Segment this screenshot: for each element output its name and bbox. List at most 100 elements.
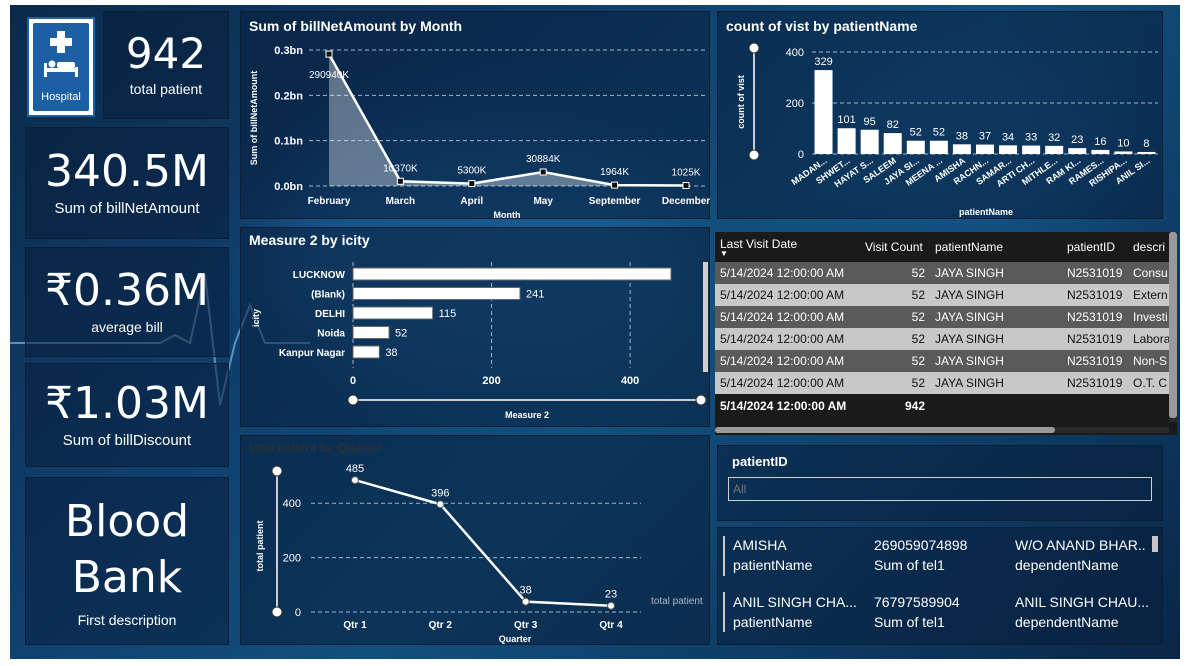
data-label: 290940K <box>309 70 349 81</box>
sort-down-icon[interactable]: ▼ <box>720 250 855 258</box>
range-slider-handle <box>271 465 283 477</box>
table-cell: JAYA SINGH <box>930 350 1062 372</box>
chart-visit-panel[interactable]: count of vist by patientName 0 200 400 329 M… <box>717 11 1163 219</box>
column-header[interactable]: patientName <box>930 232 1062 262</box>
table-cell: 5/14/2024 12:00:00 AM <box>715 284 860 306</box>
city-bar-chart[interactable]: 0 200 400 LUCKNOW (Blank) 241 DELHI 115 Noida 52 K… <box>241 228 711 428</box>
x-axis-title: Measure 2 <box>505 410 549 420</box>
card-field: ANIL SINGH CHA... patientName <box>733 592 857 632</box>
data-label: 30884K <box>526 154 561 165</box>
y-tick-label: 200 <box>283 553 301 565</box>
data-label: 23 <box>1071 134 1083 146</box>
bar <box>352 306 434 320</box>
visit-bar-chart[interactable]: 0200400329MADAN...101SHWET...95HAYAT S..… <box>718 12 1164 220</box>
row-accent-bar <box>723 536 725 576</box>
visit-table[interactable]: Last Visit Date ▼ Visit Count patientName… <box>715 232 1177 435</box>
column-header[interactable]: Visit Count <box>860 232 930 262</box>
data-label: 52 <box>395 328 407 340</box>
bar <box>352 267 672 281</box>
x-tick-label: Qtr 2 <box>429 620 453 631</box>
data-label: 38 <box>520 585 532 597</box>
table-cell: 52 <box>860 306 930 328</box>
table-row[interactable]: 5/14/2024 12:00:00 AM 52 JAYA SINGH N253101… <box>715 284 1177 306</box>
report-canvas: Hospital 942 total patient 340.5M Sum of… <box>10 5 1180 659</box>
card-field-label: patientName <box>733 614 813 630</box>
y-tick-label: 0.2bn <box>274 90 303 102</box>
card-field-label: Sum of tel1 <box>874 614 945 630</box>
bar <box>837 128 856 154</box>
table-total-row: 5/14/2024 12:00:00 AM 942 <box>715 394 1177 418</box>
range-slider-handle <box>748 149 760 161</box>
data-label: 10370K <box>383 163 418 174</box>
kpi-first-description: Blood Bank First description <box>25 477 229 645</box>
table-cell: N2531019 <box>1062 372 1128 394</box>
x-tick-label: 0 <box>350 375 356 387</box>
y-tick-label: 0.3bn <box>274 45 303 57</box>
column-header[interactable]: Last Visit Date ▼ <box>715 232 860 262</box>
card-field-value: ANIL SINGH CHAU... <box>1015 594 1150 610</box>
bar <box>1137 151 1156 154</box>
table-cell: N2531019 <box>1062 328 1128 350</box>
quarter-line-chart[interactable]: 0 200 400 485 Qtr 1 396 Qtr 2 38 Qtr 3 23 Qtr 4 Qua… <box>241 436 711 646</box>
chart-quarter-panel[interactable]: total patient by Quarter 0 200 400 485 Qtr 1… <box>240 435 710 645</box>
y-tick-label: 0.1bn <box>274 136 303 148</box>
data-label: 1025K <box>672 168 701 179</box>
table-header-row: Last Visit Date ▼ Visit Count patientName… <box>715 232 1177 262</box>
bar <box>1045 145 1064 154</box>
data-label: 8 <box>1143 138 1149 150</box>
table-cell: N2531019 <box>1062 350 1128 372</box>
table-cell: 52 <box>860 262 930 284</box>
column-header-label: Last Visit Date <box>720 237 798 251</box>
card-field-value: 269059074898 <box>874 537 968 553</box>
y-tick-label: (Blank) <box>311 290 345 301</box>
table-cell: 5/14/2024 12:00:00 AM <box>715 306 860 328</box>
data-point <box>325 50 333 58</box>
bar <box>929 140 948 154</box>
patientid-slicer-input[interactable] <box>728 477 1152 501</box>
table-cell: 52 <box>860 328 930 350</box>
card-scrollbar[interactable] <box>1152 536 1158 552</box>
column-header[interactable]: patientID <box>1062 232 1128 262</box>
chart-city-panel[interactable]: Measure 2 by icity 0 200 400 LUCKNOW (Blank)… <box>240 227 710 427</box>
table-cell: N2531019 <box>1062 262 1128 284</box>
x-axis-title: Quarter <box>499 634 532 644</box>
card-field-value: W/O ANAND BHAR.. <box>1015 537 1146 553</box>
kpi-sum-billdiscount: ₹1.03M Sum of billDiscount <box>25 363 229 467</box>
data-label: 101 <box>837 114 855 126</box>
data-point <box>682 182 690 190</box>
data-label: 34 <box>1002 131 1014 143</box>
table-row[interactable]: 5/14/2024 12:00:00 AM 52 JAYA SINGH N253101… <box>715 262 1177 284</box>
bar <box>1091 149 1110 154</box>
data-label: 396 <box>431 487 449 499</box>
data-point <box>436 500 445 509</box>
x-axis-title: Month <box>494 210 521 220</box>
kpi-label: First description <box>77 612 177 628</box>
kpi-label: average bill <box>91 319 163 335</box>
y-tick-label: Kanpur Nagar <box>279 348 345 359</box>
scrollbar-thumb[interactable] <box>1169 232 1177 418</box>
data-label: 37 <box>979 131 991 143</box>
table-cell: JAYA SINGH <box>930 328 1062 350</box>
y-tick-label: 0 <box>295 607 301 619</box>
card-field-value: AMISHA <box>733 537 787 553</box>
data-label: 23 <box>605 589 617 601</box>
data-point <box>396 177 404 185</box>
card-field-label: patientName <box>733 557 813 573</box>
scrollbar-thumb[interactable] <box>715 427 1055 433</box>
table-cell: 5/14/2024 12:00:00 AM <box>715 328 860 350</box>
data-label: 115 <box>439 308 457 320</box>
table-total-cell: 942 <box>860 394 930 418</box>
chart-month-panel[interactable]: Sum of billNetAmount by Month 0.0bn 0.1bn… <box>240 11 711 220</box>
table-row[interactable]: 5/14/2024 12:00:00 AM 52 JAYA SINGH N253101… <box>715 350 1177 372</box>
card-field: 269059074898 Sum of tel1 <box>874 535 967 575</box>
table-row[interactable]: 5/14/2024 12:00:00 AM 52 JAYA SINGH N253101… <box>715 328 1177 350</box>
kpi-label: total patient <box>129 81 203 97</box>
table-cell: 5/14/2024 12:00:00 AM <box>715 372 860 394</box>
month-area-chart[interactable]: 0.0bn 0.1bn 0.2bn 0.3bn 290940K February 10370… <box>241 12 711 220</box>
table-horizontal-scrollbar[interactable] <box>715 427 1169 433</box>
table-row[interactable]: 5/14/2024 12:00:00 AM 52 JAYA SINGH N253101… <box>715 372 1177 394</box>
table-row[interactable]: 5/14/2024 12:00:00 AM 52 JAYA SINGH N253101… <box>715 306 1177 328</box>
kpi-value: ₹0.36M <box>45 265 209 316</box>
x-tick-label: Qtr 1 <box>343 620 367 631</box>
table-vertical-scrollbar[interactable] <box>1169 232 1177 422</box>
